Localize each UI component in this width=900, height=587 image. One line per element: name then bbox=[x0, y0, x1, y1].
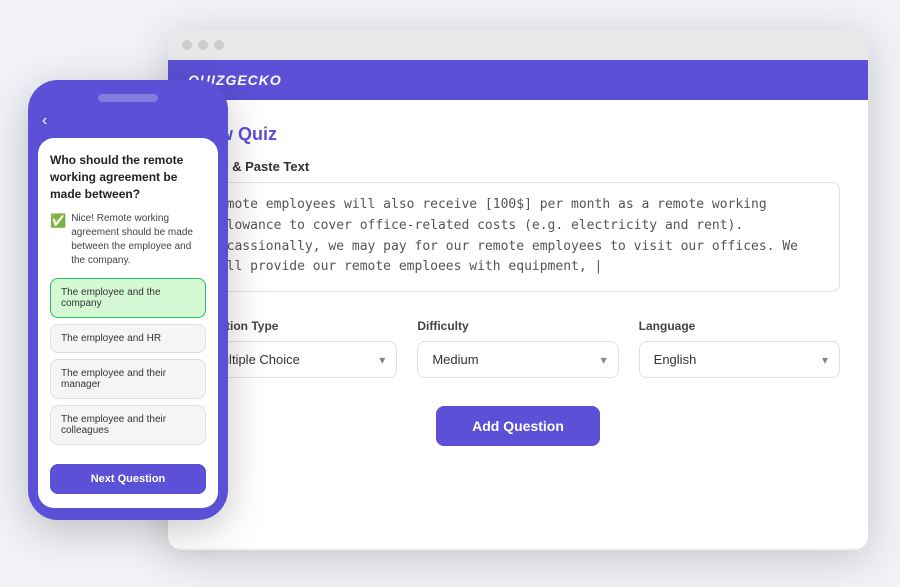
option-3[interactable]: The employee and their manager bbox=[50, 359, 206, 399]
mobile-phone: ‹ Who should the remote working agreemen… bbox=[28, 80, 228, 520]
phone-options: The employee and the company The employe… bbox=[50, 278, 206, 456]
difficulty-wrapper[interactable]: Easy Medium Hard ▾ bbox=[417, 341, 618, 378]
feedback-text: Nice! Remote working agreement should be… bbox=[71, 212, 206, 268]
option-1[interactable]: The employee and the company bbox=[50, 278, 206, 318]
back-button[interactable]: ‹ bbox=[38, 112, 218, 130]
browser-dot-1 bbox=[182, 40, 192, 50]
phone-question: Who should the remote working agreement … bbox=[50, 152, 206, 202]
check-icon: ✅ bbox=[50, 213, 66, 229]
language-label: Language bbox=[639, 319, 840, 333]
phone-content: Who should the remote working agreement … bbox=[38, 138, 218, 508]
difficulty-label: Difficulty bbox=[417, 319, 618, 333]
browser-dot-2 bbox=[198, 40, 208, 50]
page-title: New Quiz bbox=[196, 124, 840, 145]
app-content: New Quiz Copy & Paste Text Question Type… bbox=[168, 100, 868, 548]
phone-notch bbox=[98, 94, 158, 102]
option-4[interactable]: The employee and their colleagues bbox=[50, 405, 206, 445]
next-question-button[interactable]: Next Question bbox=[50, 464, 206, 494]
add-question-button[interactable]: Add Question bbox=[436, 406, 600, 446]
copy-paste-label: Copy & Paste Text bbox=[196, 159, 840, 174]
text-input[interactable] bbox=[196, 182, 840, 292]
language-wrapper[interactable]: English Spanish French German ▾ bbox=[639, 341, 840, 378]
language-group: Language English Spanish French German ▾ bbox=[639, 319, 840, 378]
difficulty-select[interactable]: Easy Medium Hard bbox=[417, 341, 618, 378]
browser-titlebar bbox=[168, 30, 868, 60]
browser-window: QUIZGECKO New Quiz Copy & Paste Text Que… bbox=[168, 30, 868, 550]
answer-feedback: ✅ Nice! Remote working agreement should … bbox=[50, 212, 206, 268]
dropdowns-row: Question Type Multiple Choice True/False… bbox=[196, 319, 840, 378]
app-header: QUIZGECKO bbox=[168, 60, 868, 100]
language-select[interactable]: English Spanish French German bbox=[639, 341, 840, 378]
browser-dot-3 bbox=[214, 40, 224, 50]
option-2[interactable]: The employee and HR bbox=[50, 324, 206, 353]
difficulty-group: Difficulty Easy Medium Hard ▾ bbox=[417, 319, 618, 378]
